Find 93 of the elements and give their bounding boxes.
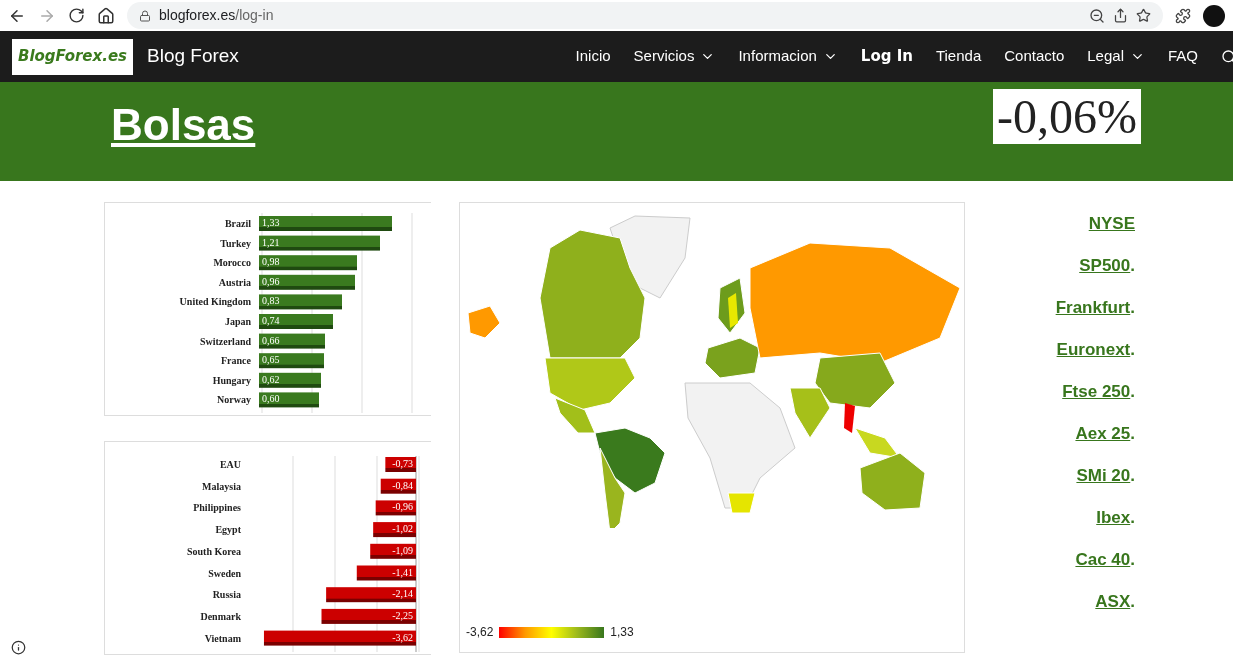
nav-link[interactable]: Inicio <box>575 45 611 68</box>
url-text: blogforex.es/log-in <box>159 6 275 25</box>
bar-label: South Korea <box>187 545 241 557</box>
bar-value: -0,73 <box>392 458 413 469</box>
bar-label: United Kingdom <box>179 296 251 308</box>
link-period: . <box>1130 381 1135 403</box>
bar-label: Brazil <box>224 218 251 229</box>
bar-label: EAU <box>219 459 241 470</box>
bar-label: Morocco <box>213 257 251 269</box>
info-icon[interactable] <box>11 640 26 655</box>
link-period: . <box>1130 507 1135 529</box>
bar <box>259 333 325 349</box>
bar <box>370 543 416 559</box>
nav-link[interactable]: Servicios <box>633 45 716 68</box>
link-period: . <box>1130 423 1135 445</box>
bar <box>385 457 416 472</box>
market-link[interactable]: ASX <box>1095 589 1131 613</box>
bar <box>373 522 416 538</box>
bar-value: 0,98 <box>262 256 280 268</box>
nav-link[interactable]: Tienda <box>935 45 982 68</box>
bar <box>375 500 416 516</box>
bar-value: 0,65 <box>262 354 280 366</box>
bar-label: Egypt <box>215 524 241 536</box>
bar-label: Austria <box>218 276 251 288</box>
bar-label: Russia <box>212 589 241 601</box>
market-link[interactable]: Ftse 250 <box>1062 379 1131 403</box>
bar-label: Philippines <box>193 502 241 514</box>
bar-value: -0,96 <box>392 501 413 513</box>
market-link[interactable]: NYSE <box>1088 211 1135 235</box>
link-period: . <box>1130 465 1135 487</box>
nav-link[interactable]: FAQ <box>1168 45 1198 68</box>
bar-label: Switzerland <box>199 335 251 347</box>
link-period: . <box>1130 549 1135 571</box>
site-logo[interactable]: BlogForex.es <box>12 38 133 75</box>
nav-link[interactable]: Log In <box>860 45 913 68</box>
home-icon[interactable] <box>97 6 115 25</box>
market-link[interactable]: Frankfurt <box>1055 295 1131 319</box>
bar-value: -2,14 <box>392 588 413 600</box>
bar <box>259 372 321 388</box>
bar-value: 0,74 <box>262 315 280 326</box>
legend-max: 1,33 <box>610 624 634 641</box>
market-link[interactable]: Ibex <box>1096 505 1131 529</box>
bar <box>259 353 324 369</box>
nav-link[interactable]: Informacion <box>738 45 838 68</box>
search-icon[interactable] <box>1221 48 1233 65</box>
bar-label: France <box>221 355 251 367</box>
bar-value: 0,62 <box>262 373 280 385</box>
bar-value: 0,60 <box>262 393 280 405</box>
bar-value: -1,09 <box>392 544 413 556</box>
lock-icon <box>139 9 151 22</box>
page-title: Bolsas <box>111 99 256 151</box>
profile-avatar[interactable] <box>1203 4 1225 27</box>
bar-label: Sweden <box>208 567 241 579</box>
market-link[interactable]: SMi 20 <box>1076 463 1131 487</box>
bar <box>356 565 416 581</box>
link-period: . <box>1130 591 1135 613</box>
market-link[interactable]: Aex 25 <box>1075 421 1131 445</box>
bar-value: -2,25 <box>392 609 413 621</box>
nav-link[interactable]: Contacto <box>1004 45 1065 68</box>
market-link[interactable]: Cac 40 <box>1075 547 1131 571</box>
bar-label: Norway <box>217 394 251 406</box>
bar-label: Denmark <box>200 610 241 622</box>
change-value: -0,06% <box>993 89 1141 144</box>
extensions-icon[interactable] <box>1175 7 1191 24</box>
bar-value: 0,83 <box>262 295 280 307</box>
bar-value: 1,21 <box>262 236 280 248</box>
bar-label: Japan <box>224 316 251 327</box>
zoom-out-icon[interactable] <box>1089 7 1105 24</box>
bar-value: -1,02 <box>392 523 413 535</box>
bar-label: Turkey <box>220 237 251 249</box>
reload-icon[interactable] <box>68 7 85 24</box>
bar-label: Malaysia <box>202 480 241 492</box>
bar <box>259 392 319 408</box>
address-bar[interactable]: blogforex.es/log-in <box>127 2 1163 29</box>
bar <box>380 478 416 494</box>
market-link[interactable]: Euronext <box>1056 337 1131 361</box>
bar-value: 0,96 <box>262 275 280 287</box>
legend-min: -3,62 <box>466 624 494 641</box>
bar-value: 1,33 <box>262 217 280 228</box>
link-period: . <box>1130 297 1135 319</box>
share-icon[interactable] <box>1113 8 1128 23</box>
bar-value: -3,62 <box>392 631 413 643</box>
bar-label: Vietnam <box>204 632 241 644</box>
market-link[interactable]: SP500 <box>1079 253 1131 277</box>
site-title[interactable]: Blog Forex <box>147 42 239 71</box>
nav-link[interactable]: Legal <box>1087 45 1145 68</box>
star-icon[interactable] <box>1136 8 1151 23</box>
link-period: . <box>1130 339 1135 361</box>
bar-value: -0,84 <box>392 479 413 491</box>
link-period: . <box>1130 255 1135 277</box>
bar-value: 0,66 <box>262 334 280 346</box>
bar-label: Hungary <box>212 374 251 386</box>
bar-value: -1,41 <box>392 566 413 578</box>
